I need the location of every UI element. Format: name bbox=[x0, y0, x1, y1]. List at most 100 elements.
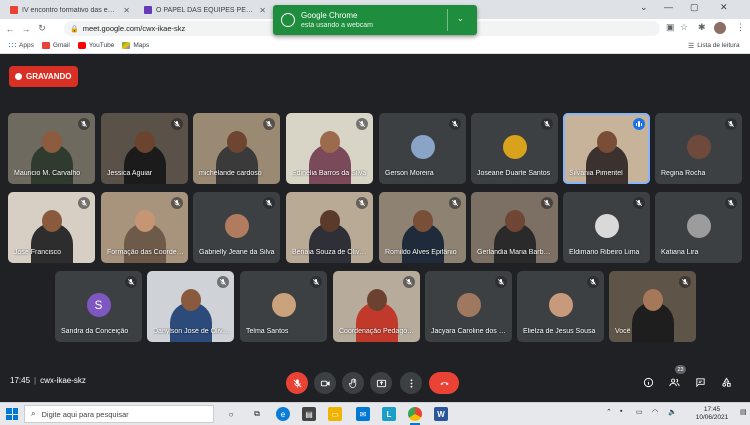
participant-avatar bbox=[224, 214, 249, 238]
taskbar-search-input[interactable]: ⌕ Digite aqui para pesquisar bbox=[24, 405, 214, 423]
word-icon[interactable]: W bbox=[434, 407, 448, 421]
notifications-icon[interactable]: ▤ bbox=[740, 408, 747, 416]
store-icon[interactable]: ▤ bbox=[302, 407, 316, 421]
participant-tile[interactable]: Você bbox=[609, 271, 696, 342]
participant-name: Edinélia Barros da Silva bbox=[292, 170, 367, 177]
participant-name: Coordenação Pedagógica bbox=[339, 328, 416, 335]
participant-tile[interactable]: José Francisco bbox=[8, 192, 95, 263]
participant-tile[interactable]: Silvania Pimentel bbox=[563, 113, 650, 184]
chrome-icon[interactable] bbox=[408, 407, 422, 425]
bookmark-label: YouTube bbox=[88, 42, 115, 49]
tab-forms[interactable]: O PAPEL DAS EQUIPES PEDAGÓ ✕ bbox=[138, 1, 270, 19]
bookmark-maps[interactable]: Maps bbox=[122, 42, 149, 49]
minimize-icon[interactable]: — bbox=[664, 2, 673, 12]
reading-list[interactable]: ☰ Lista de leitura bbox=[688, 42, 740, 50]
meeting-info-button[interactable] bbox=[640, 374, 656, 390]
task-view-icon[interactable]: ⧉ bbox=[250, 407, 264, 421]
participant-tile[interactable]: Benaia Souza de Oliveira bbox=[286, 192, 373, 263]
participant-tile[interactable]: Regina Rocha bbox=[655, 113, 742, 184]
mic-muted-icon bbox=[356, 197, 368, 209]
participant-avatar bbox=[686, 214, 711, 238]
star-icon[interactable]: ☆ bbox=[680, 22, 688, 33]
network-icon[interactable]: ◠ bbox=[652, 408, 658, 416]
chevron-down-icon[interactable]: ⌄ bbox=[640, 2, 648, 13]
taskbar-clock[interactable]: 17:45 10/06/2021 bbox=[690, 406, 734, 422]
participant-tile[interactable]: Telma Santos bbox=[240, 271, 327, 342]
edge-icon[interactable]: e bbox=[276, 407, 290, 421]
battery-icon[interactable]: ▭ bbox=[636, 408, 643, 416]
bookmark-apps[interactable]: Apps bbox=[8, 42, 34, 49]
windows-taskbar: ⌕ Digite aqui para pesquisar ○ ⧉ e ▤ ▭ ✉… bbox=[0, 402, 750, 425]
participants-count-badge: 23 bbox=[675, 365, 686, 374]
tray-app-icon[interactable]: ▪ bbox=[620, 408, 622, 415]
participant-tile[interactable]: Danylson José de Oliveira bbox=[147, 271, 234, 342]
activities-button[interactable] bbox=[718, 374, 734, 390]
tray-chevron-icon[interactable]: ⌃ bbox=[606, 408, 612, 416]
camera-in-use-icon[interactable]: ▣ bbox=[666, 22, 675, 33]
bookmark-youtube[interactable]: YouTube bbox=[77, 42, 115, 49]
lexikos-l-icon[interactable]: L bbox=[382, 407, 396, 421]
participant-tile[interactable]: Romildo Alves Epifânio bbox=[379, 192, 466, 263]
cortana-icon[interactable]: ○ bbox=[224, 407, 238, 421]
participant-tile[interactable]: Eldimario Ribeiro Lima bbox=[563, 192, 650, 263]
mic-muted-icon bbox=[495, 276, 507, 288]
tab-title: IV encontro formativo das equip bbox=[22, 6, 118, 14]
windows-start-icon[interactable] bbox=[6, 408, 18, 420]
participant-tile[interactable]: Joseane Duarte Santos bbox=[471, 113, 558, 184]
notification-title: Google Chrome bbox=[301, 11, 358, 20]
avatar[interactable] bbox=[714, 22, 726, 34]
tab-gmail[interactable]: IV encontro formativo das equip ✕ bbox=[4, 1, 134, 19]
participant-tile[interactable]: Gerson Moreira bbox=[379, 113, 466, 184]
participant-name: Katiana Lira bbox=[661, 249, 699, 256]
speaking-indicator-icon bbox=[633, 118, 645, 130]
participant-tile[interactable]: Gerlandia Maria Barbosa bbox=[471, 192, 558, 263]
participant-tile[interactable]: Jacyara Caroline dos Santos bbox=[425, 271, 512, 342]
participant-avatar bbox=[502, 135, 527, 159]
forward-icon[interactable]: → bbox=[20, 24, 32, 34]
participant-name: Elielza de Jesus Sousa bbox=[523, 328, 596, 335]
participant-name: Romildo Alves Epifânio bbox=[385, 249, 457, 256]
more-vert-icon bbox=[410, 378, 412, 388]
camera-button[interactable] bbox=[314, 372, 336, 394]
raise-hand-button[interactable] bbox=[342, 372, 364, 394]
participant-tile[interactable]: S Sandra da Conceição bbox=[55, 271, 142, 342]
file-explorer-icon[interactable]: ▭ bbox=[328, 407, 342, 421]
participant-tile[interactable]: Jessica Aguiar bbox=[101, 113, 188, 184]
participant-name: Jessica Aguiar bbox=[107, 170, 153, 177]
meeting-details[interactable]: 17:45 | cwx-ikae-skz bbox=[10, 376, 86, 385]
bookmark-gmail[interactable]: Gmail bbox=[41, 42, 70, 49]
menu-icon[interactable]: ⋮ bbox=[736, 22, 745, 33]
chat-button[interactable] bbox=[692, 374, 708, 390]
reload-icon[interactable]: ↻ bbox=[36, 23, 48, 34]
leave-call-button[interactable] bbox=[429, 372, 459, 394]
participant-tile[interactable]: Coordenação Pedagógica bbox=[333, 271, 420, 342]
close-window-icon[interactable]: ✕ bbox=[720, 2, 728, 13]
participant-tile[interactable]: Gabrielly Jeane da Silva bbox=[193, 192, 280, 263]
volume-icon[interactable]: 🔈 bbox=[668, 408, 677, 416]
participant-tile[interactable]: Katiana Lira bbox=[655, 192, 742, 263]
back-icon[interactable]: ← bbox=[4, 24, 16, 34]
extensions-icon[interactable]: ✱ bbox=[698, 22, 706, 33]
participant-tile[interactable]: Mauricio M. Carvalho bbox=[8, 113, 95, 184]
chevron-down-icon[interactable]: ⌄ bbox=[457, 14, 464, 23]
mic-muted-icon bbox=[310, 276, 322, 288]
meeting-code: cwx-ikae-skz bbox=[40, 376, 86, 385]
participant-tile[interactable]: Edinélia Barros da Silva bbox=[286, 113, 373, 184]
mic-muted-icon bbox=[263, 118, 275, 130]
recording-badge[interactable]: GRAVANDO bbox=[9, 66, 78, 87]
mic-muted-icon bbox=[171, 197, 183, 209]
mic-muted-icon bbox=[633, 197, 645, 209]
mic-off-button[interactable] bbox=[286, 372, 308, 394]
participant-tile[interactable]: Formação das Coordenadoras bbox=[101, 192, 188, 263]
participants-button[interactable] bbox=[666, 374, 682, 390]
webcam-notification[interactable]: Google Chrome está usando a webcam ⌄ bbox=[273, 5, 477, 35]
participant-avatar bbox=[271, 293, 296, 317]
close-tab-icon[interactable]: ✕ bbox=[123, 6, 130, 15]
maximize-icon[interactable]: ▢ bbox=[690, 2, 699, 13]
more-options-button[interactable] bbox=[400, 372, 422, 394]
mail-icon[interactable]: ✉ bbox=[356, 407, 370, 421]
present-button[interactable] bbox=[370, 372, 392, 394]
close-tab-icon[interactable]: ✕ bbox=[259, 6, 266, 15]
participant-tile[interactable]: Elielza de Jesus Sousa bbox=[517, 271, 604, 342]
participant-tile[interactable]: michelande cardoso bbox=[193, 113, 280, 184]
